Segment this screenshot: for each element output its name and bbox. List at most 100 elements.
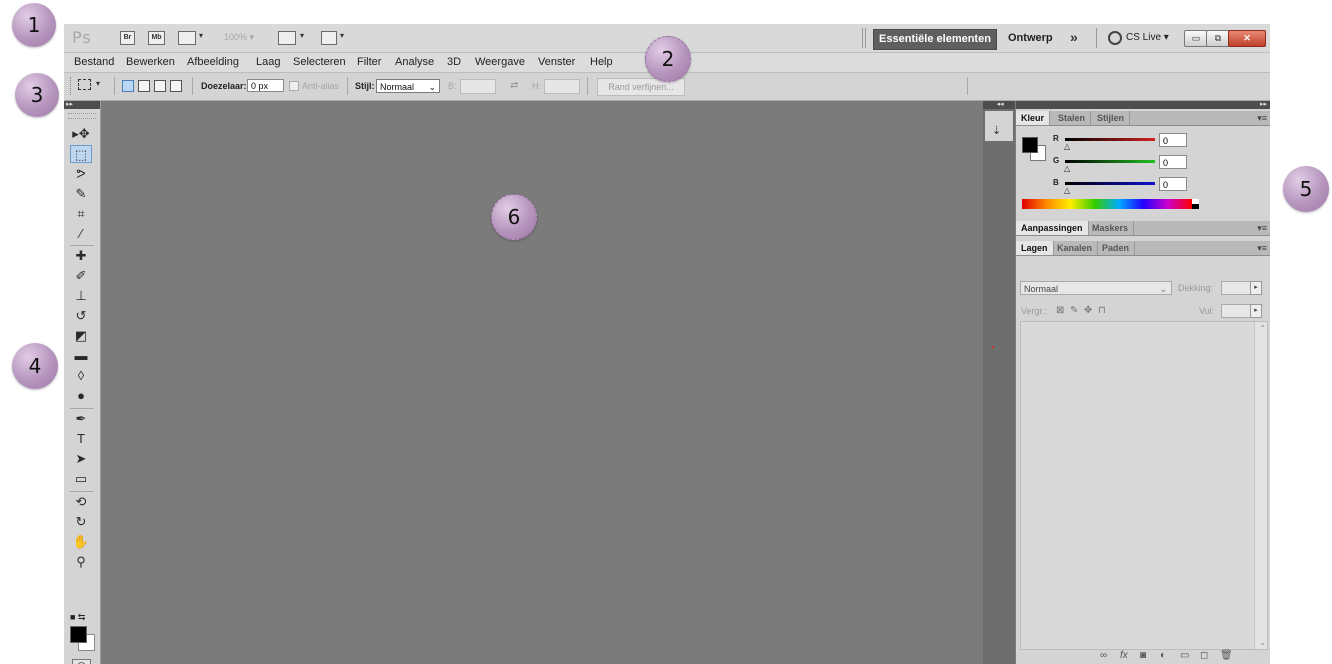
3d-orbit-tool-icon[interactable]: ↻ bbox=[70, 513, 92, 531]
anti-alias-checkbox[interactable] bbox=[289, 81, 299, 91]
restore-button[interactable]: ⧉ bbox=[1206, 30, 1230, 47]
layers-scrollbar[interactable]: ⌃ ⌄ bbox=[1254, 322, 1267, 649]
menu-item-bestand[interactable]: Bestand bbox=[74, 56, 114, 68]
rectangular-marquee-icon[interactable] bbox=[78, 79, 91, 90]
opacity-arrow-icon[interactable]: ▸ bbox=[1250, 281, 1262, 295]
type-tool-icon[interactable]: T bbox=[70, 430, 92, 448]
menu-item-laag[interactable]: Laag bbox=[256, 56, 280, 68]
crop-tool-icon[interactable]: ⌗ bbox=[70, 205, 92, 223]
swap-icon[interactable]: ⇄ bbox=[510, 80, 518, 91]
blue-value-input[interactable]: 0 bbox=[1159, 177, 1187, 191]
menu-item-weergave[interactable]: Weergave bbox=[475, 56, 525, 68]
eraser-tool-icon[interactable]: ◩ bbox=[70, 327, 92, 345]
history-brush-tool-icon[interactable]: ↺ bbox=[70, 307, 92, 325]
add-to-selection-icon[interactable] bbox=[138, 80, 150, 92]
tool-preset-chevron-icon[interactable]: ▾ bbox=[96, 79, 100, 88]
tab-maskers[interactable]: Maskers bbox=[1087, 221, 1135, 235]
panel-collapse-strip[interactable]: ▸▸ bbox=[64, 101, 100, 109]
options-grip[interactable] bbox=[70, 77, 73, 95]
blend-mode-select[interactable]: Normaal ⌄ bbox=[1020, 281, 1172, 295]
rectangle-tool-icon[interactable]: ▭ bbox=[70, 470, 92, 488]
zoom-tool-icon[interactable]: ⚲ bbox=[70, 553, 92, 571]
black-swatch[interactable] bbox=[1192, 204, 1199, 209]
close-button[interactable]: ✕ bbox=[1228, 30, 1266, 47]
minimize-button[interactable]: ▭ bbox=[1184, 30, 1208, 47]
cs-live-button[interactable]: CS Live ▾ bbox=[1126, 32, 1169, 43]
feather-input[interactable]: 0 px bbox=[247, 79, 284, 92]
add-mask-icon[interactable]: ◙ bbox=[1140, 650, 1146, 661]
eyedropper-tool-icon[interactable]: ⁄ bbox=[70, 225, 92, 243]
opacity-input[interactable] bbox=[1221, 281, 1251, 295]
move-tool-icon[interactable]: ▸✥ bbox=[70, 125, 92, 143]
menu-item-filter[interactable]: Filter bbox=[357, 56, 381, 68]
healing-brush-tool-icon[interactable]: ✚ bbox=[70, 247, 92, 265]
menu-item-analyse[interactable]: Analyse bbox=[395, 56, 434, 68]
tab-paden[interactable]: Paden bbox=[1097, 241, 1136, 255]
foreground-color-swatch[interactable] bbox=[70, 626, 87, 643]
lock-transparency-icon[interactable]: ⊠ bbox=[1056, 305, 1064, 316]
menu-item-selecteren[interactable]: Selecteren bbox=[293, 56, 346, 68]
scroll-up-icon[interactable]: ⌃ bbox=[1259, 324, 1266, 333]
zoom-level[interactable]: 100% ▾ bbox=[224, 32, 254, 43]
lasso-tool-icon[interactable]: ᕗ bbox=[70, 165, 92, 183]
view-extras-icon[interactable] bbox=[178, 31, 196, 45]
tab-lagen[interactable]: Lagen bbox=[1016, 241, 1054, 255]
lock-pixels-icon[interactable]: ✎ bbox=[1070, 305, 1078, 316]
arrange-documents-icon[interactable] bbox=[278, 31, 296, 45]
panels-collapse-strip[interactable]: ▸▸ bbox=[1016, 101, 1270, 109]
panel-menu-icon[interactable]: ▾≡ bbox=[1257, 111, 1267, 125]
workspace-essentials-button[interactable]: Essentiële elementen bbox=[873, 29, 997, 50]
blur-tool-icon[interactable]: ◊ bbox=[70, 367, 92, 385]
default-colors-icon[interactable]: ■ ⇆ bbox=[70, 612, 85, 623]
screen-mode-icon[interactable] bbox=[321, 31, 337, 45]
bridge-button[interactable]: Br bbox=[120, 31, 135, 45]
adjustment-layer-icon[interactable]: ◐ bbox=[1160, 650, 1166, 661]
new-group-icon[interactable]: ▭ bbox=[1180, 650, 1189, 661]
red-slider-knob[interactable]: △ bbox=[1064, 142, 1070, 151]
hand-tool-icon[interactable]: ✋ bbox=[70, 533, 92, 551]
chevron-down-icon[interactable]: ▾ bbox=[340, 31, 344, 40]
panel-menu-icon[interactable]: ▾≡ bbox=[1257, 221, 1267, 235]
quick-mask-icon[interactable] bbox=[72, 659, 91, 664]
menu-item-bewerken[interactable]: Bewerken bbox=[126, 56, 175, 68]
intersect-selection-icon[interactable] bbox=[170, 80, 182, 92]
history-panel-icon[interactable]: ⇣ bbox=[992, 124, 1001, 137]
delete-layer-icon[interactable]: 🗑 bbox=[1220, 650, 1233, 661]
tab-stijlen[interactable]: Stijlen bbox=[1092, 111, 1131, 125]
dock-collapse-strip[interactable]: ◂◂ bbox=[983, 101, 1015, 109]
menu-item-help[interactable]: Help bbox=[590, 56, 613, 68]
menu-item-afbeelding[interactable]: Afbeelding bbox=[187, 56, 239, 68]
lock-all-icon[interactable]: ⊓ bbox=[1098, 305, 1106, 316]
blue-slider-track[interactable] bbox=[1065, 182, 1155, 185]
tab-kleur[interactable]: Kleur bbox=[1016, 111, 1051, 125]
green-slider-knob[interactable]: △ bbox=[1064, 164, 1070, 173]
layer-style-icon[interactable]: fx bbox=[1120, 650, 1128, 661]
width-input[interactable] bbox=[460, 79, 496, 94]
scroll-down-icon[interactable]: ⌄ bbox=[1259, 638, 1266, 647]
3d-rotate-tool-icon[interactable]: ⟲ bbox=[70, 493, 92, 511]
marquee-tool-icon[interactable]: ⬚ bbox=[70, 145, 92, 163]
foreground-color-swatch[interactable] bbox=[1022, 137, 1038, 153]
document-area[interactable] bbox=[101, 101, 983, 664]
red-slider-track[interactable] bbox=[1065, 138, 1155, 141]
dock-panel-button[interactable]: ⇣ bbox=[985, 111, 1013, 141]
fill-input[interactable] bbox=[1221, 304, 1251, 318]
minibridge-button[interactable]: Mb bbox=[148, 31, 165, 45]
lock-position-icon[interactable]: ✥ bbox=[1084, 305, 1092, 316]
menu-item-venster[interactable]: Venster bbox=[538, 56, 575, 68]
tab-kanalen[interactable]: Kanalen bbox=[1052, 241, 1099, 255]
panel-menu-icon[interactable]: ▾≡ bbox=[1257, 241, 1267, 255]
more-workspaces-icon[interactable]: » bbox=[1070, 29, 1078, 45]
panel-grip[interactable] bbox=[68, 113, 96, 119]
pen-tool-icon[interactable]: ✒ bbox=[70, 410, 92, 428]
chevron-down-icon[interactable]: ▾ bbox=[199, 31, 203, 40]
new-layer-icon[interactable]: ◻ bbox=[1200, 650, 1208, 661]
path-selection-tool-icon[interactable]: ➤ bbox=[70, 450, 92, 468]
green-value-input[interactable]: 0 bbox=[1159, 155, 1187, 169]
new-selection-icon[interactable] bbox=[122, 80, 134, 92]
gradient-tool-icon[interactable]: ▬ bbox=[70, 347, 92, 365]
workspace-design-button[interactable]: Ontwerp bbox=[1008, 32, 1053, 44]
style-select[interactable]: Normaal ⌄ bbox=[376, 79, 440, 93]
cs-live-icon[interactable] bbox=[1108, 31, 1122, 45]
chevron-down-icon[interactable]: ▾ bbox=[300, 31, 304, 40]
